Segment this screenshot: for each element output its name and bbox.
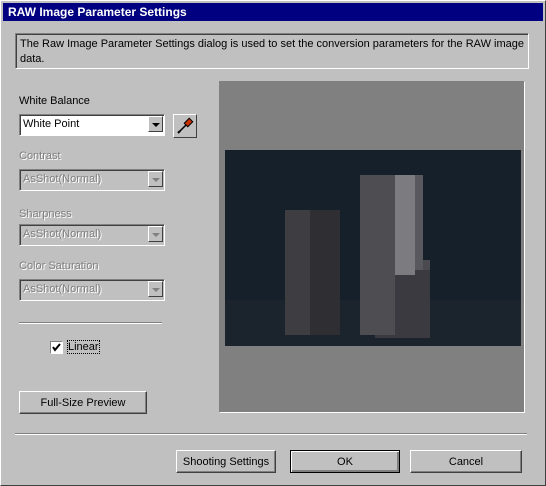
contrast-select[interactable]: AsShot(Normal) bbox=[19, 169, 165, 191]
white-balance-label: White Balance bbox=[19, 95, 90, 107]
white-balance-value: White Point bbox=[23, 118, 80, 130]
description-text: The Raw Image Parameter Settings dialog … bbox=[20, 38, 524, 65]
chevron-down-icon[interactable] bbox=[148, 171, 163, 187]
ok-button[interactable]: OK bbox=[290, 450, 400, 473]
white-point-picker-button[interactable] bbox=[173, 114, 197, 138]
contrast-label: Contrast bbox=[19, 150, 61, 162]
full-size-preview-button[interactable]: Full-Size Preview bbox=[19, 391, 147, 414]
chevron-down-icon[interactable] bbox=[148, 281, 163, 297]
linear-label[interactable]: Linear bbox=[67, 340, 100, 354]
sharpness-value: AsShot(Normal) bbox=[23, 228, 102, 240]
divider bbox=[19, 322, 162, 324]
color-saturation-value: AsShot(Normal) bbox=[23, 283, 102, 295]
color-saturation-select[interactable]: AsShot(Normal) bbox=[19, 279, 165, 301]
chevron-down-icon[interactable] bbox=[148, 116, 163, 132]
sharpness-select[interactable]: AsShot(Normal) bbox=[19, 224, 165, 246]
shooting-settings-button[interactable]: Shooting Settings bbox=[176, 450, 276, 473]
window-title: RAW Image Parameter Settings bbox=[8, 5, 187, 19]
sharpness-label: Sharpness bbox=[19, 208, 72, 220]
description-box: The Raw Image Parameter Settings dialog … bbox=[15, 33, 529, 69]
color-saturation-label: Color Saturation bbox=[19, 260, 99, 272]
eyedropper-icon bbox=[177, 117, 194, 134]
chevron-down-icon[interactable] bbox=[148, 226, 163, 242]
contrast-value: AsShot(Normal) bbox=[23, 173, 102, 185]
dialog-window: RAW Image Parameter Settings The Raw Ima… bbox=[0, 0, 546, 486]
bottom-divider bbox=[15, 433, 527, 435]
checkmark-icon bbox=[52, 343, 61, 352]
white-balance-select[interactable]: White Point bbox=[19, 114, 165, 136]
linear-checkbox[interactable] bbox=[50, 341, 63, 354]
preview-panel bbox=[219, 81, 525, 413]
cancel-button[interactable]: Cancel bbox=[410, 450, 522, 473]
preview-image bbox=[225, 150, 521, 346]
title-bar[interactable]: RAW Image Parameter Settings bbox=[3, 3, 543, 21]
